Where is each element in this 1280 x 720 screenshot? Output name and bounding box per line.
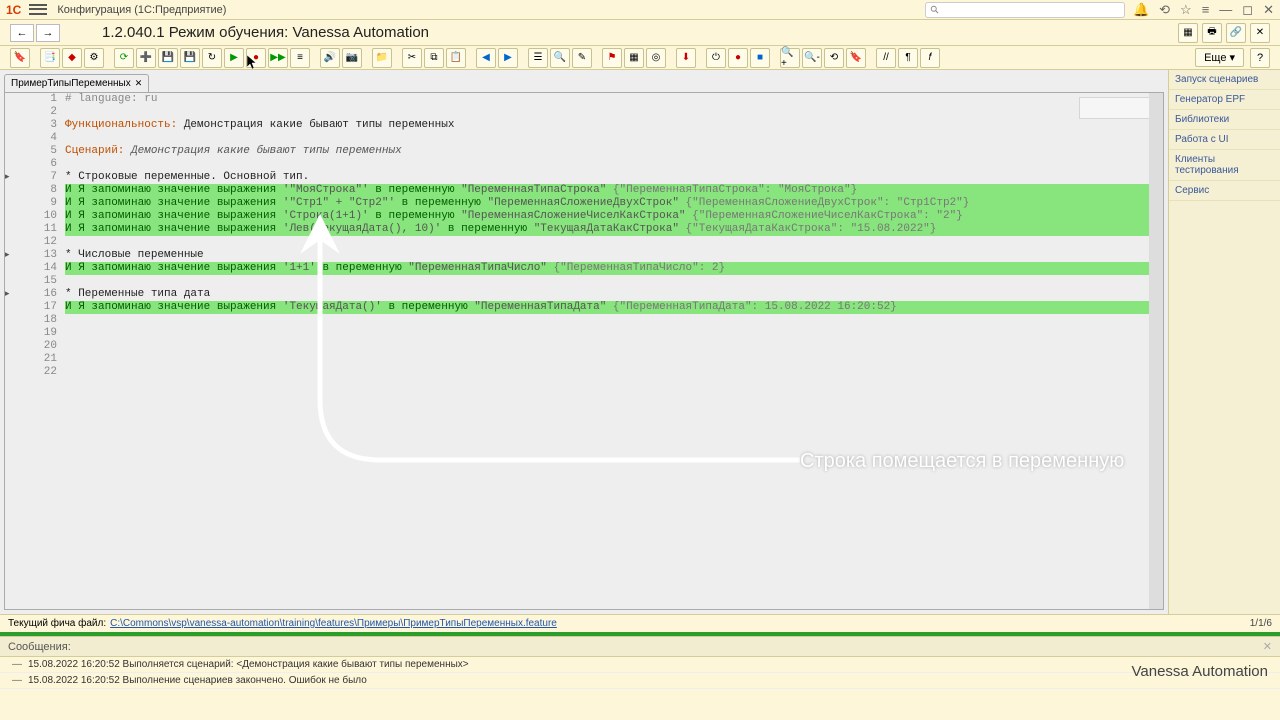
prev-diff-icon[interactable]: ◀ xyxy=(476,48,496,68)
fastforward-icon[interactable]: ▶▶ xyxy=(268,48,288,68)
cut-icon[interactable]: ✂ xyxy=(402,48,422,68)
add-icon[interactable]: ➕ xyxy=(136,48,156,68)
history-icon[interactable]: ⟲ xyxy=(1159,2,1170,18)
print-icon[interactable]: 🖶 xyxy=(1202,23,1222,43)
sidebar-item[interactable]: Клиенты тестирования xyxy=(1169,150,1280,181)
message-row: —15.08.2022 16:20:52 Выполнение сценарие… xyxy=(0,673,1280,689)
right-sidebar: Запуск сценариевГенератор EPFБиблиотекиР… xyxy=(1168,70,1280,614)
star-icon[interactable]: ☆ xyxy=(1180,2,1192,18)
messages-panel: —15.08.2022 16:20:52 Выполняется сценари… xyxy=(0,657,1280,689)
folder-icon[interactable]: 📁 xyxy=(372,48,392,68)
status-bar: Текущий фича файл: C:\Commons\vsp\vaness… xyxy=(0,614,1280,632)
sidebar-item[interactable]: Сервис xyxy=(1169,181,1280,201)
zoom-in-icon[interactable]: 🔍+ xyxy=(780,48,800,68)
comment-icon[interactable]: // xyxy=(876,48,896,68)
flag-red-icon[interactable]: ⚑ xyxy=(602,48,622,68)
close-icon[interactable]: ✕ xyxy=(1263,2,1274,18)
zoom-out-icon[interactable]: 🔍- xyxy=(802,48,822,68)
bookmark-icon[interactable]: 📑 xyxy=(40,48,60,68)
save-all-icon[interactable]: 💾 xyxy=(180,48,200,68)
save-icon[interactable]: 💾 xyxy=(158,48,178,68)
window-controls: 🔔 ⟲ ☆ ≡ — ◻ ✕ xyxy=(1133,2,1274,18)
minimap[interactable] xyxy=(1079,97,1159,119)
status-label: Текущий фича файл: xyxy=(8,618,106,629)
record-icon[interactable]: ● xyxy=(728,48,748,68)
down-red-icon[interactable]: ⬇ xyxy=(676,48,696,68)
fold-arrow-icon[interactable]: ▸ xyxy=(5,288,10,299)
power-icon[interactable]: ⏻ xyxy=(706,48,726,68)
refresh-icon[interactable]: ↻ xyxy=(202,48,222,68)
edit-icon[interactable]: ✎ xyxy=(572,48,592,68)
sidebar-item[interactable]: Запуск сценариев xyxy=(1169,70,1280,90)
search-icon xyxy=(930,5,940,15)
sync-icon[interactable]: ⟲ xyxy=(824,48,844,68)
fold-gutter: ▸ ▸ ▸ xyxy=(5,93,21,609)
status-pager: 1/1/6 xyxy=(1250,618,1272,629)
stop-red-icon[interactable]: ● xyxy=(246,48,266,68)
list-icon[interactable]: ☰ xyxy=(528,48,548,68)
forward-button[interactable]: → xyxy=(36,24,60,42)
fold-arrow-icon[interactable]: ▸ xyxy=(5,171,10,182)
page-title: 1.2.040.1 Режим обучения: Vanessa Automa… xyxy=(102,24,429,41)
diamond-red-icon[interactable]: ◆ xyxy=(62,48,82,68)
target-icon[interactable]: ◎ xyxy=(646,48,666,68)
paragraph-icon[interactable]: ¶ xyxy=(898,48,918,68)
step-icon[interactable]: ≡ xyxy=(290,48,310,68)
messages-title: Сообщения: xyxy=(8,641,71,653)
sidebar-item[interactable]: Генератор EPF xyxy=(1169,90,1280,110)
maximize-icon[interactable]: ◻ xyxy=(1242,2,1253,18)
sidebar-item[interactable]: Работа с UI xyxy=(1169,130,1280,150)
play-icon[interactable]: ▶ xyxy=(224,48,244,68)
tag-icon[interactable]: 🔖 xyxy=(10,48,30,68)
tab-label: ПримерТипыПеременных xyxy=(11,78,131,89)
tab-close-icon[interactable]: ✕ xyxy=(135,78,143,89)
paste-icon[interactable]: 📋 xyxy=(446,48,466,68)
bell-icon[interactable]: 🔔 xyxy=(1133,2,1149,18)
find-icon[interactable]: 🔍 xyxy=(550,48,570,68)
message-row: —15.08.2022 16:20:52 Выполняется сценари… xyxy=(0,657,1280,673)
editor-tab[interactable]: ПримерТипыПеременных ✕ xyxy=(4,74,149,92)
layout-icon[interactable]: ▦ xyxy=(1178,23,1198,43)
more-button[interactable]: Еще ▾ xyxy=(1195,48,1244,67)
settings-icon[interactable]: ≡ xyxy=(1202,2,1210,17)
link-icon[interactable]: 🔗 xyxy=(1226,23,1246,43)
code-editor[interactable]: ▸ ▸ ▸ 1234567891011121314151617181920212… xyxy=(4,92,1164,610)
messages-close-icon[interactable]: ✕ xyxy=(1263,640,1272,653)
app-logo: 1C xyxy=(6,3,21,17)
editor-area: ПримерТипыПеременных ✕ ▸ ▸ ▸ 12345678910… xyxy=(0,70,1168,614)
panel-close-icon[interactable]: ✕ xyxy=(1250,23,1270,43)
minimize-icon[interactable]: — xyxy=(1219,2,1232,17)
sidebar-item[interactable]: Библиотеки xyxy=(1169,110,1280,130)
gear-icon[interactable]: ⚙ xyxy=(84,48,104,68)
camera-icon[interactable]: 📷 xyxy=(342,48,362,68)
next-diff-icon[interactable]: ▶ xyxy=(498,48,518,68)
hamburger-icon[interactable] xyxy=(29,3,47,17)
feature-path-link[interactable]: C:\Commons\vsp\vanessa-automation\traini… xyxy=(110,618,557,629)
messages-header: Сообщения: ✕ xyxy=(0,636,1280,657)
search-input[interactable] xyxy=(925,2,1125,18)
window-title: Конфигурация (1С:Предприятие) xyxy=(57,4,925,16)
main-area: ПримерТипыПеременных ✕ ▸ ▸ ▸ 12345678910… xyxy=(0,70,1280,614)
bookmark-down-icon[interactable]: 🔖 xyxy=(846,48,866,68)
reload-green-icon[interactable]: ⟳ xyxy=(114,48,134,68)
fold-arrow-icon[interactable]: ▸ xyxy=(5,249,10,260)
copy-icon[interactable]: ⧉ xyxy=(424,48,444,68)
footer-brand: Vanessa Automation xyxy=(1132,663,1268,680)
back-button[interactable]: ← xyxy=(10,24,34,42)
code-content: # language: ru Функциональность: Демонст… xyxy=(65,93,1159,379)
help-button[interactable]: ? xyxy=(1250,48,1270,68)
nav-bar: ← → 1.2.040.1 Режим обучения: Vanessa Au… xyxy=(0,20,1280,46)
line-numbers: 12345678910111213141516171819202122 xyxy=(23,93,63,379)
editor-tabs: ПримерТипыПеременных ✕ xyxy=(4,74,1164,92)
sound-icon[interactable]: 🔊 xyxy=(320,48,340,68)
format-icon[interactable]: 𝑓 xyxy=(920,48,940,68)
stop-blue-icon[interactable]: ■ xyxy=(750,48,770,68)
main-toolbar: 🔖 📑 ◆ ⚙ ⟳ ➕ 💾 💾 ↻ ▶ ● ▶▶ ≡ 🔊 📷 📁 ✂ ⧉ 📋 ◀… xyxy=(0,46,1280,70)
title-bar: 1C Конфигурация (1С:Предприятие) 🔔 ⟲ ☆ ≡… xyxy=(0,0,1280,20)
scrollbar-vertical[interactable] xyxy=(1149,93,1163,609)
grid-icon[interactable]: ▦ xyxy=(624,48,644,68)
